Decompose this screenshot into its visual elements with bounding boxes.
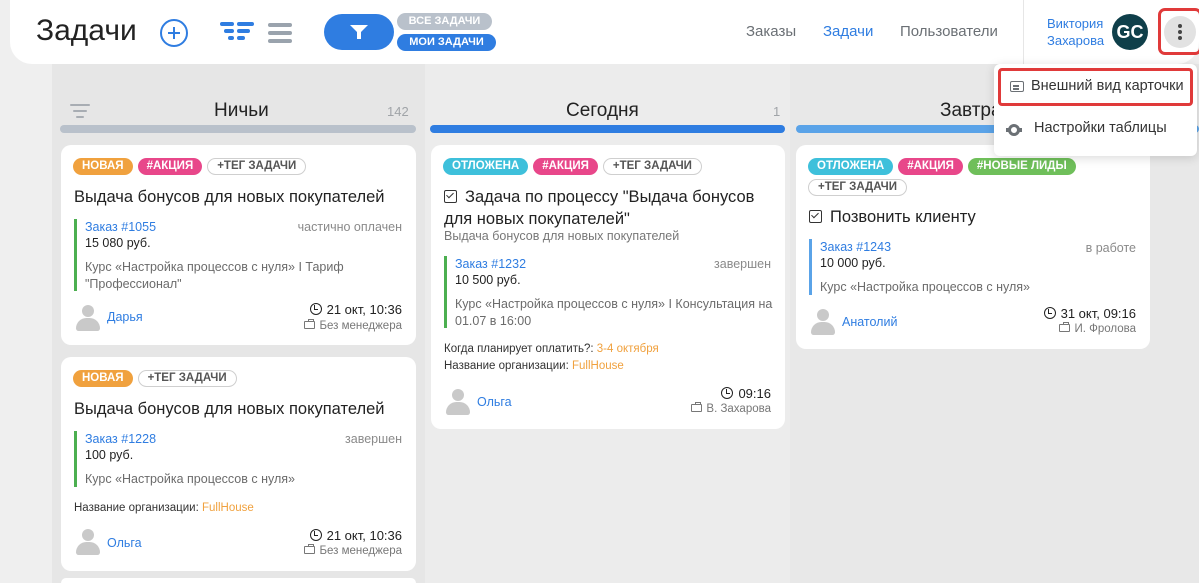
briefcase-icon xyxy=(1059,321,1071,332)
due-date: 21 окт, 10:36 xyxy=(309,528,402,543)
order-status: завершен xyxy=(714,257,771,271)
more-options-button[interactable] xyxy=(1158,8,1199,55)
order-description: Курс «Настройка процессов с нуля» I Тари… xyxy=(85,260,344,291)
column-title: Ничьи xyxy=(214,100,269,121)
order-description: Курс «Настройка процессов с нуля» I Конс… xyxy=(455,297,773,328)
more-vertical-icon xyxy=(1164,16,1196,48)
kanban-view-icon[interactable] xyxy=(220,22,254,44)
checkbox-icon xyxy=(444,190,457,203)
order-amount: 15 080 руб. xyxy=(85,236,151,250)
column-bar xyxy=(430,125,785,133)
person-icon xyxy=(75,305,101,331)
tag-status: НОВАЯ xyxy=(73,158,133,175)
tag-promo[interactable]: #АКЦИЯ xyxy=(137,158,203,175)
sort-icon[interactable] xyxy=(70,104,90,118)
tag-promo[interactable]: #АКЦИЯ xyxy=(898,158,963,175)
filter-all-tasks[interactable]: ВСЕ ЗАДАЧИ xyxy=(397,13,492,30)
custom-field: Название организации: FullHouse xyxy=(444,360,624,372)
manager: Без менеджера xyxy=(304,318,402,332)
due-date: 09:16 xyxy=(721,386,771,401)
card-title[interactable]: Позвонить клиенту xyxy=(809,206,976,228)
assignee-name[interactable]: Анатолий xyxy=(842,315,897,329)
list-view-icon[interactable] xyxy=(268,23,292,43)
briefcase-icon xyxy=(691,401,703,412)
task-card[interactable]: ОТЛОЖЕНА #АКЦИЯ +ТЕГ ЗАДАЧИ Задача по пр… xyxy=(431,145,785,429)
tag-status: ОТЛОЖЕНА xyxy=(443,158,529,175)
menu-item-label: Внешний вид карточки xyxy=(1031,78,1184,94)
menu-item-label: Настройки таблицы xyxy=(1034,120,1167,136)
card-title[interactable]: Задача по процессу "Выдача бонусов для н… xyxy=(444,186,754,230)
order-amount: 10 000 руб. xyxy=(820,256,886,270)
order-amount: 100 руб. xyxy=(85,448,134,462)
task-card[interactable]: ОТЛОЖЕНА #АКЦИЯ #НОВЫЕ ЛИДЫ +ТЕГ ЗАДАЧИ … xyxy=(796,145,1150,349)
person-icon xyxy=(445,389,471,415)
briefcase-icon xyxy=(304,543,316,554)
menu-item-table-settings[interactable]: Настройки таблицы xyxy=(994,110,1197,148)
add-tag-button[interactable]: +ТЕГ ЗАДАЧИ xyxy=(207,158,307,175)
task-card[interactable] xyxy=(61,578,416,583)
options-menu: Внешний вид карточки Настройки таблицы xyxy=(994,64,1197,156)
user-name[interactable]: Виктория Захарова xyxy=(1047,15,1104,49)
user-last-name: Захарова xyxy=(1047,33,1105,48)
assignee-name[interactable]: Ольга xyxy=(107,536,142,550)
order-amount: 10 500 руб. xyxy=(455,273,521,287)
clock-icon xyxy=(1043,307,1056,319)
order-description: Курс «Настройка процессов с нуля» xyxy=(820,280,1030,294)
gear-icon xyxy=(1006,124,1022,136)
add-task-icon[interactable] xyxy=(160,19,188,47)
column-count: 1 xyxy=(773,104,781,119)
clock-icon xyxy=(309,303,322,315)
card-title[interactable]: Выдача бонусов для новых покупателей xyxy=(74,398,385,420)
avatar[interactable]: GC xyxy=(1112,14,1148,50)
column-title: Завтра xyxy=(940,100,1002,121)
briefcase-icon xyxy=(304,318,316,329)
due-date: 21 окт, 10:36 xyxy=(309,302,402,317)
column-bar xyxy=(60,125,416,133)
card-title[interactable]: Выдача бонусов для новых покупателей xyxy=(74,186,385,208)
task-card[interactable]: НОВАЯ #АКЦИЯ +ТЕГ ЗАДАЧИ Выдача бонусов … xyxy=(61,145,416,345)
nav-tasks[interactable]: Задачи xyxy=(823,23,873,40)
due-date: 31 окт, 09:16 xyxy=(1043,306,1136,321)
manager: И. Фролова xyxy=(1059,321,1136,335)
assignee-name[interactable]: Ольга xyxy=(477,395,512,409)
nav-users[interactable]: Пользователи xyxy=(900,23,998,40)
filter-button[interactable] xyxy=(324,14,394,50)
manager: Без менеджера xyxy=(304,543,402,557)
order-status: частично оплачен xyxy=(297,220,402,234)
order-status: завершен xyxy=(345,432,402,446)
tag-status: НОВАЯ xyxy=(73,370,133,387)
task-card[interactable]: НОВАЯ +ТЕГ ЗАДАЧИ Выдача бонусов для нов… xyxy=(61,357,416,571)
filter-my-tasks[interactable]: МОИ ЗАДАЧИ xyxy=(397,34,496,51)
page-title: Задачи xyxy=(36,14,137,47)
custom-field: Когда планирует оплатить?: 3-4 октября xyxy=(444,343,659,355)
clock-icon xyxy=(309,529,322,541)
top-bar: Задачи ВСЕ ЗАДАЧИ МОИ ЗАДАЧИ Заказы Зада… xyxy=(10,0,1199,64)
add-tag-button[interactable]: +ТЕГ ЗАДАЧИ xyxy=(137,370,237,387)
tag-new-leads[interactable]: #НОВЫЕ ЛИДЫ xyxy=(967,158,1076,175)
card-subtitle: Выдача бонусов для новых покупателей xyxy=(444,229,680,243)
custom-field: Название организации: FullHouse xyxy=(74,502,254,514)
header-divider xyxy=(1023,0,1024,64)
manager: В. Захарова xyxy=(691,401,771,415)
nav-orders[interactable]: Заказы xyxy=(746,23,796,40)
card-view-icon xyxy=(1010,81,1024,92)
add-tag-button[interactable]: +ТЕГ ЗАДАЧИ xyxy=(602,158,702,175)
clock-icon xyxy=(721,387,734,399)
tag-status: ОТЛОЖЕНА xyxy=(808,158,894,175)
assignee-name[interactable]: Дарья xyxy=(107,310,143,324)
column-count: 142 xyxy=(387,104,409,119)
column-title: Сегодня xyxy=(566,100,639,121)
user-first-name: Виктория xyxy=(1047,16,1104,31)
order-description: Курс «Настройка процессов с нуля» xyxy=(85,472,295,486)
person-icon xyxy=(75,529,101,555)
person-icon xyxy=(810,309,836,335)
menu-item-card-view[interactable]: Внешний вид карточки xyxy=(998,68,1193,106)
order-status: в работе xyxy=(1085,241,1136,255)
checkbox-icon xyxy=(809,210,822,223)
tag-promo[interactable]: #АКЦИЯ xyxy=(533,158,598,175)
add-tag-button[interactable]: +ТЕГ ЗАДАЧИ xyxy=(808,179,908,196)
